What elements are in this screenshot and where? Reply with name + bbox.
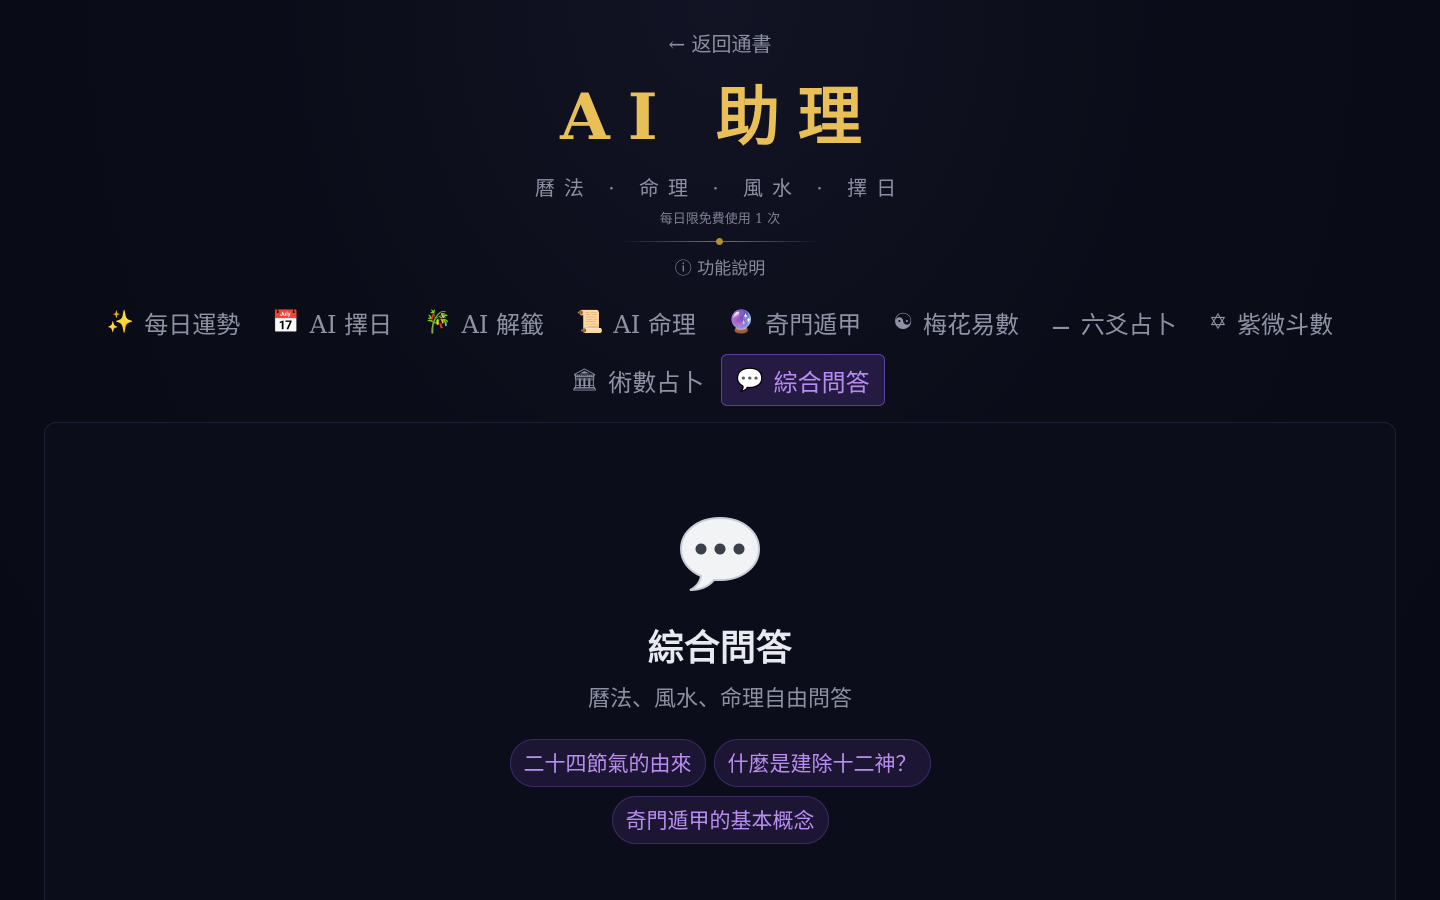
page-subtitle: 曆法 · 命理 · 風水 · 擇日 — [534, 176, 906, 200]
tab-label: AI 擇日 — [309, 310, 393, 339]
usage-limit-note: 每日限免費使用 1 次 — [659, 212, 781, 227]
six-pointed-star-icon: ✡ — [1208, 309, 1228, 335]
feature-info-link[interactable]: ⓘ 功能說明 — [0, 254, 1440, 279]
tab-label: 綜合問答 — [773, 368, 870, 397]
suggested-questions: 二十四節氣的由來 什麼是建除十二神？ 奇門遁甲的基本概念 — [470, 739, 970, 844]
tab-ziwei-doushu[interactable]: ✡ 紫微斗數 — [1194, 296, 1348, 348]
qa-panel: 綜合問答 曆法、風水、命理自由問答 二十四節氣的由來 什麼是建除十二神？ 奇門遁… — [44, 422, 1396, 900]
panel-title: 綜合問答 — [647, 627, 792, 669]
panel-description: 曆法、風水、命理自由問答 — [587, 687, 852, 712]
back-to-almanac-link[interactable]: ← 返回通書 — [0, 28, 1440, 57]
feature-tabs: ✨ 每日運勢 📅 AI 擇日 🎋 AI 解籤 📜 AI 命理 🔮 奇門遁甲 ☯ … — [40, 296, 1400, 406]
tab-label: 六爻占卜 — [1080, 310, 1177, 339]
suggestion-chip-twelve-gods[interactable]: 什麼是建除十二神？ — [713, 739, 931, 787]
tab-general-qa[interactable]: 💬 綜合問答 — [721, 354, 885, 406]
tab-qimen-dunjia[interactable]: 🔮 奇門遁甲 — [713, 296, 876, 348]
yang-line-icon: ⚊ — [1050, 309, 1071, 335]
tab-daily-fortune[interactable]: ✨ 每日運勢 — [92, 296, 255, 348]
tab-label: 每日運勢 — [144, 310, 241, 339]
chat-bubble-icon — [679, 516, 761, 591]
suggestion-chip-solar-terms[interactable]: 二十四節氣的由來 — [509, 739, 706, 787]
tab-label: 梅花易數 — [922, 310, 1019, 339]
scroll-icon: 📜 — [575, 309, 604, 335]
bamboo-icon: 🎋 — [424, 309, 452, 335]
crystal-ball-icon: 🔮 — [727, 309, 756, 335]
divider-dot — [716, 238, 723, 245]
tab-label: AI 命理 — [613, 310, 696, 339]
sparkles-icon: ✨ — [106, 309, 135, 335]
tab-shushu-divination[interactable]: 🏛 術數占卜 — [555, 354, 719, 406]
tab-ai-destiny[interactable]: 📜 AI 命理 — [561, 296, 711, 348]
tab-ai-fortune-stick[interactable]: 🎋 AI 解籤 — [409, 296, 559, 348]
speech-bubble-icon: 💬 — [736, 367, 764, 393]
page: ← 返回通書 AI 助理 曆法 · 命理 · 風水 · 擇日 每日限免費使用 1… — [0, 0, 1440, 900]
tab-label: 紫微斗數 — [1237, 310, 1334, 339]
tab-label: AI 解籤 — [461, 310, 544, 339]
tab-label: 術數占卜 — [608, 368, 705, 397]
tab-meihua-yishu[interactable]: ☯ 梅花易數 — [878, 296, 1034, 348]
suggestion-chip-qimen-basics[interactable]: 奇門遁甲的基本概念 — [611, 796, 829, 844]
calendar-icon: 📅 — [272, 309, 300, 335]
page-title: AI 助理 — [560, 80, 880, 155]
yin-yang-icon: ☯ — [893, 309, 913, 335]
temple-icon: 🏛 — [570, 367, 599, 393]
tab-ai-date-selection[interactable]: 📅 AI 擇日 — [257, 296, 407, 348]
tab-label: 奇門遁甲 — [765, 310, 862, 339]
tab-liuyao[interactable]: ⚊ 六爻占卜 — [1036, 296, 1192, 348]
